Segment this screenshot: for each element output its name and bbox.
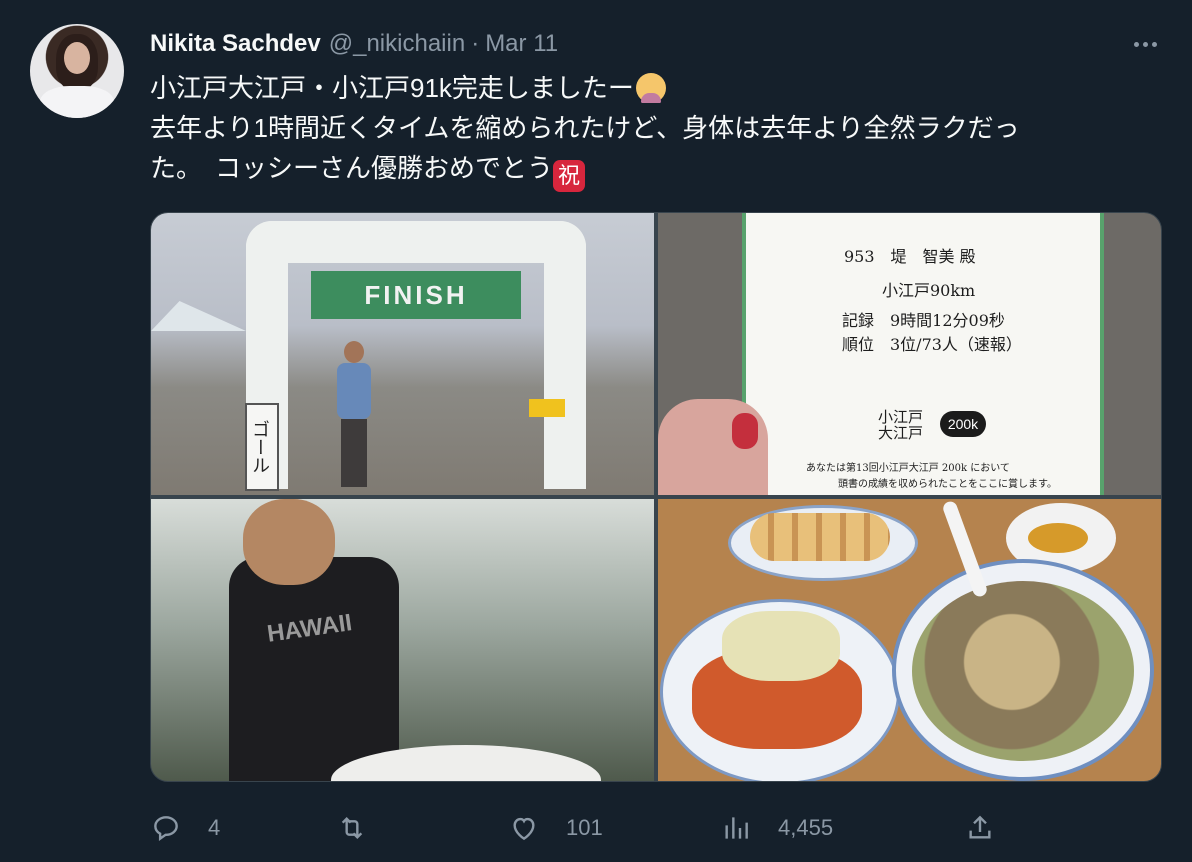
- retweet-icon: [341, 816, 363, 840]
- person-head: [243, 499, 335, 585]
- yellow-box: [529, 399, 565, 417]
- reply-icon: [154, 816, 178, 841]
- person: HAWAII: [221, 499, 401, 781]
- tweet-text-line-2: 去年より1時間近くタイムを縮められたけど、身体は去年より全然ラクだっ: [150, 113, 1020, 143]
- avatar[interactable]: [30, 24, 124, 118]
- certificate-line: 順位 3位/73人（速報）: [842, 335, 1022, 354]
- tweet-date[interactable]: Mar 11: [485, 30, 558, 58]
- tweet-text-line-3: た。 コッシーさん優勝おめでとう祝: [150, 148, 1160, 192]
- reply-button[interactable]: 4: [150, 806, 220, 850]
- certificate-line: 小江戸90km: [882, 281, 976, 300]
- fingernail: [732, 413, 758, 449]
- photo-certificate[interactable]: 953 堤 智美 殿 小江戸90km 記録 9時間12分09秒 順位 3位/73…: [658, 213, 1161, 495]
- certificate: 953 堤 智美 殿 小江戸90km 記録 9時間12分09秒 順位 3位/73…: [742, 213, 1104, 495]
- gyoza: [750, 513, 890, 561]
- reply-count: 4: [208, 815, 221, 840]
- certificate-logo: 小江戸 大江戸: [878, 408, 924, 442]
- more-dot: [1142, 41, 1148, 47]
- more-dot: [1151, 41, 1157, 47]
- views-count: 4,455: [778, 815, 834, 840]
- action-bar: 4 101 4,455: [150, 806, 1160, 850]
- certificate-badge: 200k: [940, 411, 986, 437]
- noodle-soup: [912, 581, 1134, 761]
- like-button[interactable]: 101: [508, 806, 603, 850]
- tweet-text: 小江戸大江戸・小江戸91k完走しましたー 去年より1時間近くタイムを縮められたけ…: [150, 68, 1160, 192]
- author-name[interactable]: Nikita Sachdev: [150, 30, 321, 58]
- tweet-text-segment: 小江戸大江戸・小江戸91k完走しましたー: [150, 73, 634, 103]
- certificate-footer: 頭書の成績を収められたことをここに賞します。: [838, 479, 1057, 490]
- finish-banner: FINISH: [311, 271, 521, 319]
- cabbage: [722, 611, 840, 681]
- like-icon: [513, 817, 535, 841]
- runner-legs: [341, 419, 367, 487]
- retweet-button[interactable]: [336, 806, 394, 850]
- person-gesturing-emoji-icon: [635, 73, 666, 103]
- share-icon: [969, 815, 991, 839]
- runner-head: [344, 341, 364, 363]
- author-handle[interactable]: @_nikichaiin: [329, 30, 465, 58]
- tweet-header: Nikita Sachdev @_nikichaiin · Mar 11: [150, 28, 558, 60]
- views-icon: [725, 817, 748, 839]
- avatar-body: [40, 86, 114, 118]
- certificate-line: 記録 9時間12分09秒: [842, 311, 1005, 330]
- runner: [331, 341, 377, 491]
- tank-top: [229, 557, 399, 781]
- more-dot: [1133, 41, 1139, 47]
- tweet-text-segment: た。 コッシーさん優勝おめでとう: [150, 153, 554, 183]
- media-grid: FINISH ゴール 953 堤 智美 殿 小江戸90km 記録 9時間12分0…: [150, 212, 1162, 782]
- goal-sign: ゴール: [245, 403, 279, 491]
- certificate-footer: あなたは第13回小江戸大江戸 200k において: [806, 463, 1010, 474]
- separator-dot: ·: [471, 30, 480, 57]
- views-button[interactable]: 4,455: [720, 806, 833, 850]
- share-button[interactable]: [964, 806, 996, 850]
- like-count: 101: [566, 815, 603, 840]
- finish-arch: [246, 221, 586, 489]
- tent: [151, 301, 246, 331]
- photo-finish-line[interactable]: FINISH ゴール: [151, 213, 654, 495]
- iwai-emoji-icon: 祝: [553, 160, 586, 192]
- runner-body: [337, 363, 371, 419]
- photo-food[interactable]: [658, 499, 1161, 781]
- avatar-face: [64, 42, 90, 74]
- tweet-text-line-1: 小江戸大江戸・小江戸91k完走しましたー: [150, 68, 1160, 108]
- certificate-line: 953 堤 智美 殿: [844, 247, 976, 266]
- photo-runner-blurred[interactable]: HAWAII: [151, 499, 654, 781]
- more-icon[interactable]: [1128, 30, 1162, 58]
